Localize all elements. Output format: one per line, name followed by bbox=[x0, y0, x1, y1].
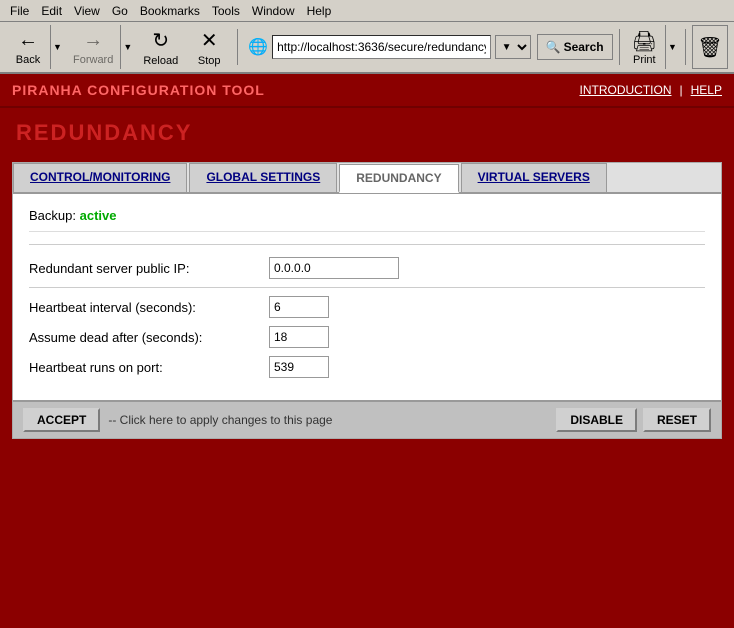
menu-bar: File Edit View Go Bookmarks Tools Window… bbox=[0, 0, 734, 22]
toolbar: ← Back ▼ → Forward ▼ ↻ Reload ✕ Stop 🌐 ▼… bbox=[0, 22, 734, 74]
assume-dead-label: Assume dead after (seconds): bbox=[29, 330, 269, 345]
assume-dead-row: Assume dead after (seconds): bbox=[29, 326, 705, 348]
page-title-area: REDUNDANCY bbox=[0, 108, 734, 162]
content-area: CONTROL/MONITORING GLOBAL SETTINGS REDUN… bbox=[12, 162, 722, 439]
print-button[interactable]: 🖨 Print bbox=[626, 25, 663, 69]
back-button-group: ← Back ▼ bbox=[6, 25, 64, 69]
menu-file[interactable]: File bbox=[4, 2, 35, 20]
introduction-link[interactable]: INTRODUCTION bbox=[580, 83, 672, 97]
print-dropdown[interactable]: ▼ bbox=[665, 25, 679, 69]
back-button[interactable]: ← Back bbox=[6, 25, 50, 69]
menu-go[interactable]: Go bbox=[106, 2, 134, 20]
search-icon: 🔍 bbox=[546, 40, 561, 54]
heartbeat-port-row: Heartbeat runs on port: bbox=[29, 356, 705, 378]
app-title: PIRANHA CONFIGURATION TOOL bbox=[12, 82, 265, 98]
page-title: REDUNDANCY bbox=[16, 120, 718, 146]
redundant-ip-input[interactable] bbox=[269, 257, 399, 279]
search-button[interactable]: 🔍 Search bbox=[537, 34, 613, 60]
action-btns-right: DISABLE RESET bbox=[556, 408, 711, 432]
forward-button[interactable]: → Forward bbox=[66, 25, 120, 69]
stop-button[interactable]: ✕ Stop bbox=[187, 25, 231, 69]
help-link[interactable]: HELP bbox=[691, 83, 722, 97]
reload-button[interactable]: ↻ Reload bbox=[136, 25, 185, 69]
back-icon: ← bbox=[18, 29, 38, 52]
menu-window[interactable]: Window bbox=[246, 2, 301, 20]
back-dropdown[interactable]: ▼ bbox=[50, 25, 64, 69]
address-input[interactable] bbox=[272, 35, 491, 59]
heartbeat-interval-row: Heartbeat interval (seconds): bbox=[29, 296, 705, 318]
heartbeat-interval-label: Heartbeat interval (seconds): bbox=[29, 300, 269, 315]
redundant-ip-label: Redundant server public IP: bbox=[29, 261, 269, 276]
stop-icon: ✕ bbox=[201, 28, 218, 53]
address-dropdown[interactable]: ▼ bbox=[495, 35, 531, 59]
forward-label: Forward bbox=[73, 54, 113, 66]
form-section: Redundant server public IP: Heartbeat in… bbox=[29, 253, 705, 390]
app-title-rest: CONFIGURATION TOOL bbox=[82, 82, 265, 98]
menu-help[interactable]: Help bbox=[301, 2, 338, 20]
backup-row: Backup: active bbox=[29, 204, 705, 232]
menu-view[interactable]: View bbox=[68, 2, 106, 20]
toolbar-separator-1 bbox=[237, 29, 238, 65]
menu-tools[interactable]: Tools bbox=[206, 2, 246, 20]
app-title-bold: PIRANHA bbox=[12, 82, 82, 98]
trash-icon: 🗑 bbox=[697, 35, 722, 60]
app-header: PIRANHA CONFIGURATION TOOL INTRODUCTION … bbox=[0, 74, 734, 108]
trash-button[interactable]: 🗑 bbox=[692, 25, 728, 69]
tab-virtual-servers[interactable]: VIRTUAL SERVERS bbox=[461, 163, 607, 192]
heartbeat-interval-input[interactable] bbox=[269, 296, 329, 318]
reload-icon: ↻ bbox=[152, 28, 169, 53]
menu-bookmarks[interactable]: Bookmarks bbox=[134, 2, 206, 20]
toolbar-separator-2 bbox=[619, 29, 620, 65]
forward-button-group: → Forward ▼ bbox=[66, 25, 134, 69]
heartbeat-port-input[interactable] bbox=[269, 356, 329, 378]
search-label: Search bbox=[564, 40, 604, 54]
print-icon: 🖨 bbox=[632, 29, 657, 54]
back-label: Back bbox=[16, 54, 40, 66]
content-body: Backup: active Redundant server public I… bbox=[13, 194, 721, 400]
browser-content: PIRANHA CONFIGURATION TOOL INTRODUCTION … bbox=[0, 74, 734, 628]
header-links: INTRODUCTION | HELP bbox=[580, 83, 722, 97]
address-icon: 🌐 bbox=[248, 37, 268, 57]
backup-label: Backup: bbox=[29, 208, 76, 223]
menu-edit[interactable]: Edit bbox=[35, 2, 68, 20]
address-bar: 🌐 ▼ bbox=[248, 35, 530, 59]
tab-global-settings[interactable]: GLOBAL SETTINGS bbox=[189, 163, 337, 192]
disable-button[interactable]: DISABLE bbox=[556, 408, 637, 432]
toolbar-separator-3 bbox=[685, 29, 686, 65]
forward-dropdown[interactable]: ▼ bbox=[120, 25, 134, 69]
forward-icon: → bbox=[83, 29, 103, 52]
heartbeat-port-label: Heartbeat runs on port: bbox=[29, 360, 269, 375]
action-hint: -- Click here to apply changes to this p… bbox=[108, 413, 548, 427]
tab-bar: CONTROL/MONITORING GLOBAL SETTINGS REDUN… bbox=[13, 163, 721, 194]
tab-redundancy[interactable]: REDUNDANCY bbox=[339, 164, 458, 193]
print-label: Print bbox=[633, 54, 656, 66]
divider-1 bbox=[29, 244, 705, 245]
tab-control-monitoring[interactable]: CONTROL/MONITORING bbox=[13, 163, 187, 192]
divider-2 bbox=[29, 287, 705, 288]
action-bar: ACCEPT -- Click here to apply changes to… bbox=[13, 400, 721, 438]
redundant-ip-row: Redundant server public IP: bbox=[29, 257, 705, 279]
reload-label: Reload bbox=[143, 55, 178, 67]
accept-button[interactable]: ACCEPT bbox=[23, 408, 100, 432]
backup-status: active bbox=[80, 208, 117, 223]
assume-dead-input[interactable] bbox=[269, 326, 329, 348]
stop-label: Stop bbox=[198, 55, 221, 67]
reset-button[interactable]: RESET bbox=[643, 408, 711, 432]
header-link-divider: | bbox=[680, 83, 683, 97]
